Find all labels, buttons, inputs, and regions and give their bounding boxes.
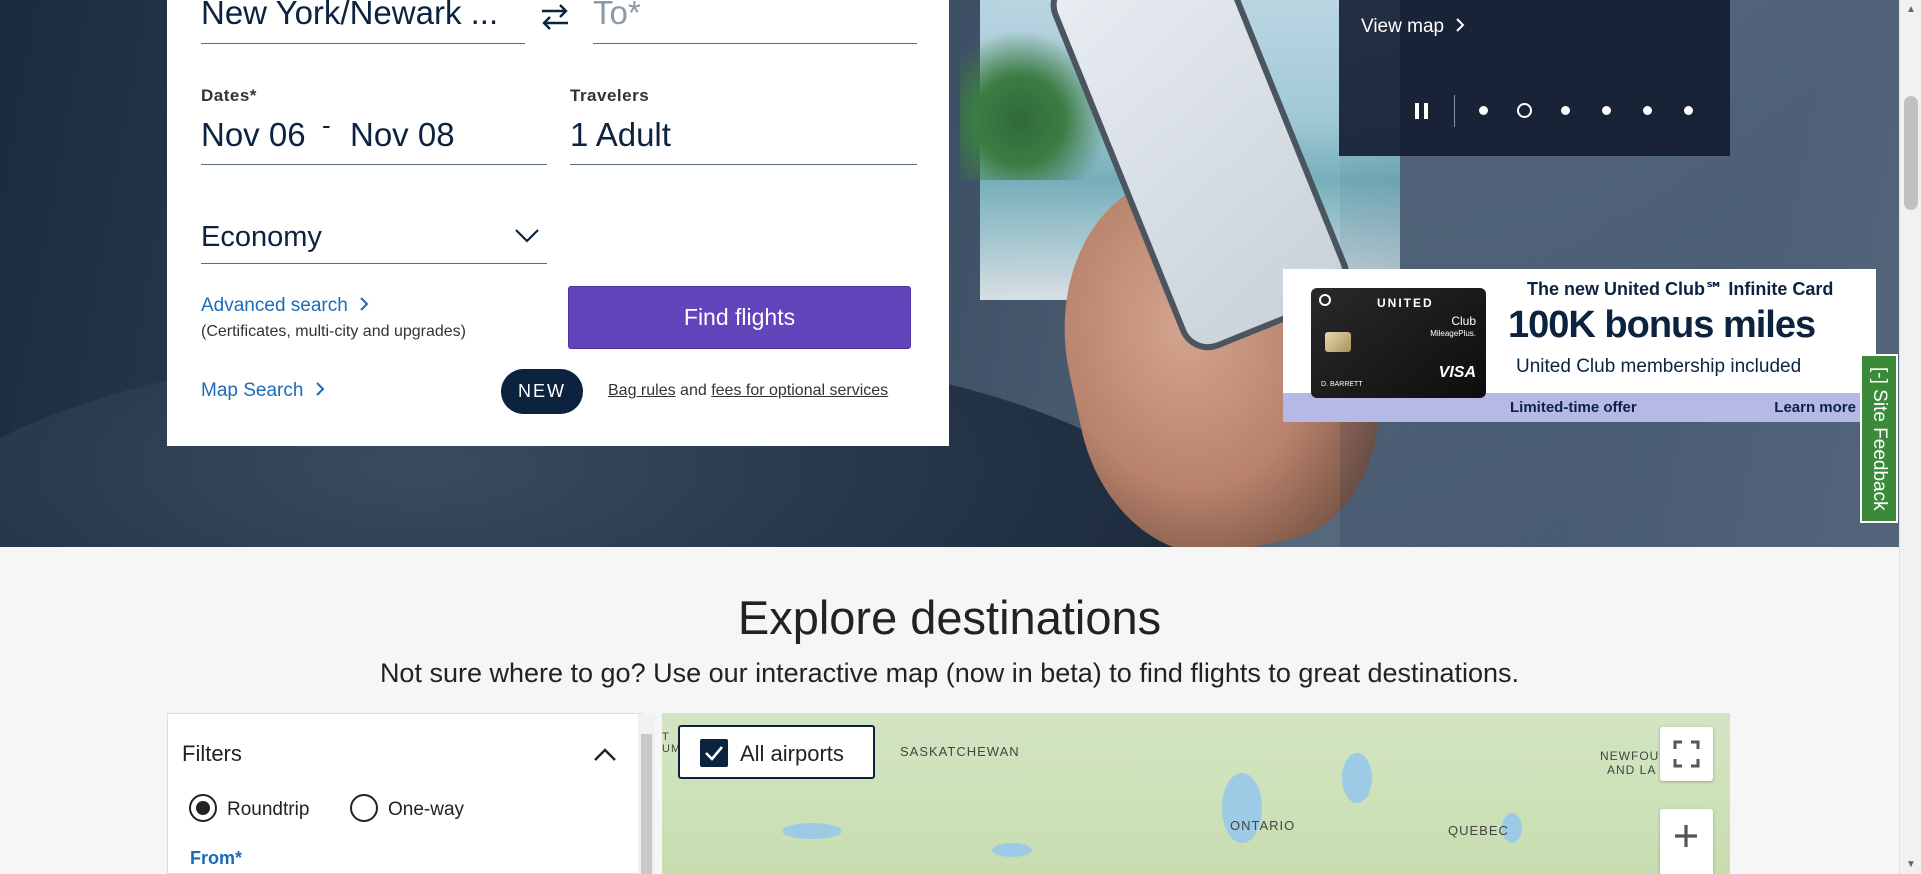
date-end[interactable]: Nov 08 [350,116,455,154]
carousel-dot[interactable] [1479,106,1488,115]
filters-scrollbar[interactable] [638,714,655,874]
filters-panel: Filters Roundtrip One-way From* [167,713,655,874]
map-lake [992,843,1032,857]
explore-subtitle: Not sure where to go? Use our interactiv… [379,658,1520,688]
carousel-dot[interactable] [1561,106,1570,115]
dates-field[interactable]: Nov 06 - Nov 08 [201,108,547,165]
card-brand: UNITED [1377,296,1434,310]
destination-map[interactable]: SASKATCHEWAN ONTARIO QUEBEC NEWFOUNDLAND… [662,713,1730,874]
map-search-label: Map Search [201,380,304,401]
map-label-quebec: QUEBEC [1448,823,1509,838]
globe-icon [1319,294,1331,306]
date-separator: - [322,110,331,140]
new-badge: NEW [501,369,583,414]
oneway-label[interactable]: One-way [388,799,464,821]
card-club: Club [1451,314,1476,328]
fees-text: Bag rules and fees for optional services [608,382,888,400]
scroll-thumb[interactable] [1904,96,1918,210]
fullscreen-button[interactable] [1660,727,1713,781]
from-value: New York/Newark ... [201,0,499,31]
find-flights-button[interactable]: Find flights [568,286,911,349]
booking-panel: New York/Newark ... To* Dates* Travelers… [167,0,949,446]
carousel-separator [1454,95,1455,127]
carousel-dot[interactable] [1602,106,1611,115]
roundtrip-radio[interactable] [189,794,217,822]
map-label-ontario: ONTARIO [1230,818,1296,833]
from-label: From* [190,848,243,868]
bag-rules-link[interactable]: Bag rules [608,382,676,399]
filters-scroll-thumb[interactable] [641,734,652,874]
all-airports-label: All airports [740,741,844,766]
view-map-link[interactable]: View map [1361,16,1465,38]
explore-title: Explore destinations [737,591,1162,644]
ad-subtext: United Club membership included [1516,356,1802,377]
travelers-field[interactable]: 1 Adult [570,108,917,165]
ad-headline: The new United Club℠ Infinite Card [1527,279,1834,299]
carousel-dot[interactable] [1684,106,1693,115]
scroll-down-icon[interactable]: ▼ [1906,859,1916,870]
zoom-in-button[interactable] [1660,809,1713,874]
carousel-dot[interactable] [1517,103,1532,118]
chevron-up-icon[interactable] [592,742,618,768]
site-feedback-tab[interactable]: [-] Site Feedback [1860,354,1898,523]
fees-link[interactable]: fees for optional services [711,382,888,399]
cabin-select[interactable]: Economy [201,213,547,264]
credit-card-ad[interactable]: UNITED Club MileagePlus. D. BARRETT VISA… [1283,269,1876,422]
chevron-down-icon [513,219,541,247]
card-holder: D. BARRETT [1321,381,1363,388]
to-field[interactable]: To* [593,0,917,44]
date-start[interactable]: Nov 06 [201,116,306,154]
hero-banner: New York/Newark ... To* Dates* Travelers… [0,0,1899,547]
swap-icon[interactable] [538,0,574,36]
roundtrip-label[interactable]: Roundtrip [227,799,309,821]
advanced-search-sub: (Certificates, multi-city and upgrades) [201,323,466,340]
plus-icon [1675,825,1697,847]
advanced-search-label: Advanced search [201,295,348,316]
card-visa: VISA [1438,364,1476,381]
cabin-value: Economy [201,221,322,253]
dates-label: Dates* [201,86,257,105]
map-label-labrador: AND LA [1607,763,1657,777]
pause-icon[interactable] [1413,101,1431,121]
from-field[interactable]: New York/Newark ... [201,0,525,44]
map-label-saskatchewan: SASKATCHEWAN [900,744,1020,759]
checkbox-checked-icon[interactable] [700,739,728,767]
and-text: and [680,382,707,399]
oneway-radio[interactable] [350,794,378,822]
map-lake [782,823,842,839]
chevron-right-icon [1455,16,1465,38]
all-airports-toggle[interactable]: All airports [678,725,875,779]
carousel-panel: View map [1339,0,1730,156]
credit-card-image: UNITED Club MileagePlus. D. BARRETT VISA [1311,288,1486,398]
advanced-search-link[interactable]: Advanced search [201,295,369,317]
view-map-label: View map [1361,16,1445,37]
fullscreen-icon [1673,740,1700,768]
chip-icon [1325,332,1351,352]
travelers-value: 1 Adult [570,116,671,153]
ad-learn-more[interactable]: Learn more [1774,399,1856,416]
chevron-right-icon [315,380,325,402]
chevron-right-icon [359,295,369,317]
ad-offer: Limited-time offer [1510,399,1637,416]
card-mileageplus: MileagePlus. [1430,329,1476,338]
filters-title: Filters [182,741,242,766]
ad-bonus: 100K bonus miles [1508,304,1816,346]
travelers-label: Travelers [570,86,650,105]
to-placeholder: To* [593,0,641,31]
map-search-link[interactable]: Map Search [201,380,325,402]
scroll-up-icon[interactable]: ▲ [1906,4,1916,15]
map-lake [1342,753,1372,803]
page-scrollbar[interactable]: ▲ ▼ [1899,0,1921,874]
carousel-dot[interactable] [1643,106,1652,115]
